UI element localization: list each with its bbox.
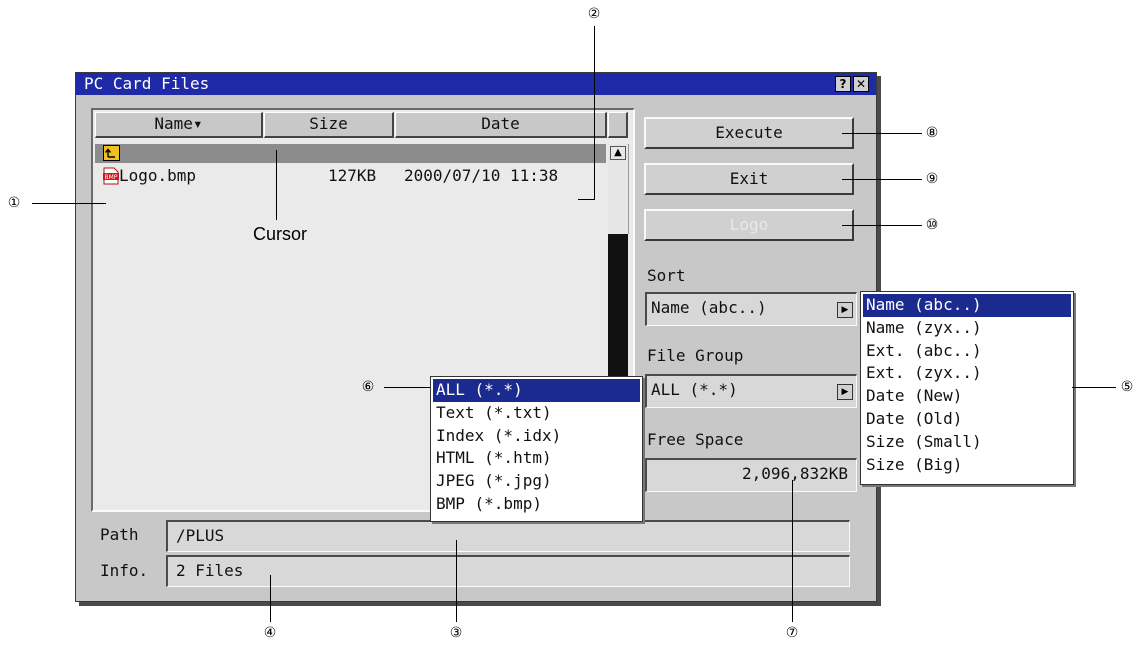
- path-field: /PLUS: [166, 520, 850, 552]
- leader-line-9: [842, 179, 922, 180]
- callout-10: ⑩: [925, 217, 939, 233]
- info-field: 2 Files: [166, 555, 850, 587]
- info-label: Info.: [100, 561, 149, 580]
- file-group-value: ALL (*.*): [651, 380, 738, 399]
- execute-button[interactable]: Execute: [644, 117, 854, 149]
- leader-line-3: [456, 540, 457, 622]
- free-space-value: 2,096,832KB: [742, 464, 848, 483]
- sort-option[interactable]: Name (abc..): [863, 294, 1071, 317]
- path-label: Path: [100, 525, 139, 544]
- sort-option[interactable]: Ext. (zyx..): [863, 362, 1071, 385]
- leader-line-1: [32, 203, 106, 204]
- column-header-date[interactable]: Date: [395, 112, 607, 138]
- leader-line-8: [842, 133, 922, 134]
- help-button[interactable]: ?: [835, 76, 851, 92]
- callout-6: ⑥: [361, 379, 375, 395]
- sort-option[interactable]: Size (Small): [863, 431, 1071, 454]
- leader-line-10: [842, 225, 922, 226]
- file-group-option[interactable]: HTML (*.htm): [433, 447, 640, 470]
- svg-text:BMP: BMP: [105, 174, 118, 181]
- leader-line-5: [1072, 387, 1116, 388]
- file-group-option[interactable]: BMP (*.bmp): [433, 493, 640, 516]
- column-header-name[interactable]: Name▾: [95, 112, 263, 138]
- path-value: /PLUS: [176, 526, 225, 545]
- folder-up-icon: [103, 145, 120, 161]
- leader-line-2b: [578, 199, 595, 200]
- sort-option[interactable]: Date (Old): [863, 408, 1071, 431]
- sort-option[interactable]: Date (New): [863, 385, 1071, 408]
- file-date: 2000/07/10 11:38: [404, 166, 559, 185]
- exit-button[interactable]: Exit: [644, 163, 854, 195]
- sort-options-list[interactable]: Name (abc..) Name (zyx..) Ext. (abc..) E…: [860, 291, 1074, 485]
- sort-dropdown-arrow-icon[interactable]: ▶: [837, 302, 853, 318]
- leader-line-6: [384, 387, 430, 388]
- sort-label: Sort: [647, 266, 686, 285]
- sort-option[interactable]: Name (zyx..): [863, 317, 1071, 340]
- file-group-dropdown-arrow-icon[interactable]: ▶: [837, 384, 853, 400]
- leader-line-2: [594, 26, 595, 200]
- file-group-option[interactable]: ALL (*.*): [433, 379, 640, 402]
- list-item-file[interactable]: BMP Logo.bmp 127KB 2000/07/10 11:38: [95, 165, 606, 187]
- callout-9: ⑨: [925, 171, 939, 187]
- file-group-option[interactable]: Text (*.txt): [433, 402, 640, 425]
- file-group-option[interactable]: JPEG (*.jpg): [433, 470, 640, 493]
- file-group-label: File Group: [647, 346, 744, 365]
- sort-value: Name (abc..): [651, 298, 767, 317]
- cursor-leader-line: [276, 150, 277, 220]
- leader-line-4: [270, 575, 271, 622]
- window-title: PC Card Files: [84, 74, 210, 93]
- callout-3: ③: [449, 625, 463, 641]
- scroll-up-arrow-icon[interactable]: ▲: [610, 146, 626, 160]
- info-value: 2 Files: [176, 561, 244, 580]
- logo-button[interactable]: Logo: [644, 209, 854, 241]
- file-group-select[interactable]: ALL (*.*) ▶: [645, 374, 857, 408]
- column-header-size[interactable]: Size: [264, 112, 394, 138]
- cursor-caption: Cursor: [253, 224, 308, 244]
- sort-option[interactable]: Ext. (abc..): [863, 340, 1071, 363]
- scrollbar-thumb[interactable]: ▲: [608, 144, 629, 234]
- callout-5: ⑤: [1120, 379, 1134, 395]
- column-header-spacer: [608, 112, 628, 138]
- bmp-file-icon: BMP: [103, 167, 119, 185]
- close-button[interactable]: ✕: [853, 76, 869, 92]
- callout-1: ①: [7, 195, 21, 211]
- file-group-option[interactable]: Index (*.idx): [433, 425, 640, 448]
- list-item-parent-folder[interactable]: [95, 144, 606, 163]
- file-size: 127KB: [328, 166, 377, 185]
- pc-card-files-dialog: PC Card Files ? ✕ Name▾ Size Date BMP Lo…: [75, 72, 877, 602]
- title-bar: PC Card Files ? ✕: [76, 73, 876, 95]
- free-space-value-box: 2,096,832KB: [645, 458, 857, 492]
- callout-8: ⑧: [925, 125, 939, 141]
- callout-2: ②: [587, 6, 601, 22]
- free-space-label: Free Space: [647, 430, 744, 449]
- leader-line-7: [792, 480, 793, 622]
- callout-4: ④: [263, 625, 277, 641]
- sort-select[interactable]: Name (abc..) ▶: [645, 292, 857, 326]
- file-group-options-list[interactable]: ALL (*.*) Text (*.txt) Index (*.idx) HTM…: [430, 376, 643, 522]
- sort-option[interactable]: Size (Big): [863, 454, 1071, 477]
- callout-7: ⑦: [785, 625, 799, 641]
- file-name: Logo.bmp: [119, 166, 197, 185]
